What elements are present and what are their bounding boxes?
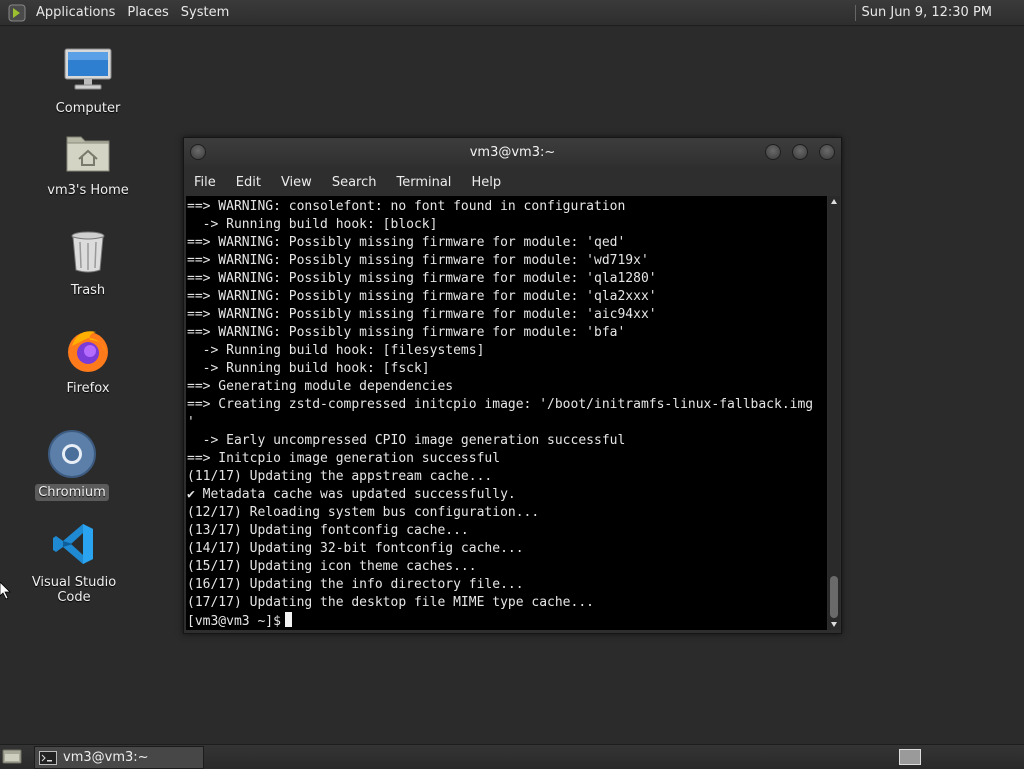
terminal-line: (11/17) Updating the appstream cache... (187, 468, 827, 486)
terminal-line: ==> WARNING: Possibly missing firmware f… (187, 324, 827, 342)
minimize-button[interactable] (765, 144, 781, 160)
scroll-down-arrow-icon[interactable] (831, 622, 837, 627)
terminal-menubar: File Edit View Search Terminal Help (184, 169, 841, 195)
terminal-window[interactable]: vm3@vm3:~ File Edit View Search Terminal… (183, 137, 842, 634)
desktop-icon-label: Firefox (63, 380, 112, 397)
show-desktop-icon[interactable] (2, 748, 22, 765)
desktop-icon-label: Trash (68, 282, 108, 299)
desktop-icon-label: vm3's Home (44, 182, 132, 199)
desktop-icon-firefox[interactable]: Firefox (28, 324, 148, 397)
terminal-line: (16/17) Updating the info directory file… (187, 576, 827, 594)
workspace-switcher[interactable] (899, 749, 921, 765)
terminal-line: ==> WARNING: Possibly missing firmware f… (187, 288, 827, 306)
terminal-output[interactable]: ==> WARNING: consolefont: no font found … (186, 196, 827, 630)
menu-applications[interactable]: Applications (32, 5, 123, 20)
menu-terminal[interactable]: Terminal (386, 175, 461, 190)
chromium-icon (46, 428, 98, 480)
desktop-icon-label: Visual Studio Code (14, 574, 134, 606)
terminal-line: (17/17) Updating the desktop file MIME t… (187, 594, 827, 612)
top-panel-tray: Sun Jun 9, 12:30 PM (855, 0, 1024, 25)
home-folder-icon (62, 126, 114, 178)
window-menu-icon[interactable] (190, 144, 206, 160)
text-cursor (285, 612, 292, 627)
desktop-icon-trash[interactable]: Trash (28, 226, 148, 299)
terminal-line: (14/17) Updating 32-bit fontconfig cache… (187, 540, 827, 558)
clock[interactable]: Sun Jun 9, 12:30 PM (862, 5, 1024, 20)
scroll-up-arrow-icon[interactable] (831, 199, 837, 204)
terminal-prompt-line[interactable]: [vm3@vm3 ~]$ (187, 612, 827, 630)
terminal-line: ==> WARNING: Possibly missing firmware f… (187, 252, 827, 270)
menu-system[interactable]: System (177, 5, 237, 20)
firefox-icon (62, 324, 114, 376)
applications-menu-icon[interactable] (6, 2, 28, 24)
terminal-line: -> Running build hook: [fsck] (187, 360, 827, 378)
menu-view[interactable]: View (271, 175, 322, 190)
terminal-scrollbar[interactable] (828, 196, 840, 630)
trash-icon (62, 226, 114, 278)
desktop-icon-home[interactable]: vm3's Home (28, 126, 148, 199)
maximize-button[interactable] (792, 144, 808, 160)
desktop-icon-chromium[interactable]: Chromium (12, 428, 132, 501)
panel-separator (855, 5, 856, 21)
window-title-bar[interactable]: vm3@vm3:~ (184, 138, 841, 166)
terminal-line: (12/17) Reloading system bus configurati… (187, 504, 827, 522)
mouse-pointer-icon (0, 582, 12, 600)
terminal-line: ==> WARNING: Possibly missing firmware f… (187, 270, 827, 288)
window-title: vm3@vm3:~ (470, 145, 556, 160)
menu-search[interactable]: Search (322, 175, 387, 190)
desktop-icon-vscode[interactable]: Visual Studio Code (14, 518, 134, 606)
menu-file[interactable]: File (184, 175, 226, 190)
terminal-line: -> Running build hook: [filesystems] (187, 342, 827, 360)
vscode-icon (48, 518, 100, 570)
close-button[interactable] (819, 144, 835, 160)
desktop-icon-label: Computer (53, 100, 124, 117)
terminal-prompt: [vm3@vm3 ~]$ (187, 614, 281, 629)
desktop-icon-computer[interactable]: Computer (28, 44, 148, 117)
terminal-line: ==> WARNING: consolefont: no font found … (187, 198, 827, 216)
terminal-line: ✔ Metadata cache was updated successfull… (187, 486, 827, 504)
top-panel: Applications Places System Sun Jun 9, 12… (0, 0, 1024, 26)
terminal-lines: ==> WARNING: consolefont: no font found … (186, 196, 827, 630)
terminal-line: (15/17) Updating icon theme caches... (187, 558, 827, 576)
computer-icon (62, 44, 114, 96)
menu-edit[interactable]: Edit (226, 175, 271, 190)
terminal-line: ==> Creating zstd-compressed initcpio im… (187, 396, 827, 414)
terminal-line: -> Early uncompressed CPIO image generat… (187, 432, 827, 450)
taskbar-window-label: vm3@vm3:~ (63, 750, 149, 765)
terminal-line: ==> Initcpio image generation successful (187, 450, 827, 468)
terminal-line: ==> WARNING: Possibly missing firmware f… (187, 306, 827, 324)
terminal-line: ' (187, 414, 827, 432)
terminal-line: ==> WARNING: Possibly missing firmware f… (187, 234, 827, 252)
menu-places[interactable]: Places (123, 5, 176, 20)
terminal-line: ==> Generating module dependencies (187, 378, 827, 396)
terminal-app-icon (39, 751, 57, 765)
terminal-line: (13/17) Updating fontconfig cache... (187, 522, 827, 540)
terminal-line: -> Running build hook: [block] (187, 216, 827, 234)
bottom-panel: vm3@vm3:~ (0, 744, 1024, 769)
menu-help[interactable]: Help (461, 175, 511, 190)
taskbar-window-button[interactable]: vm3@vm3:~ (34, 746, 204, 769)
scrollbar-thumb[interactable] (830, 576, 838, 618)
desktop-icon-label: Chromium (35, 484, 109, 501)
